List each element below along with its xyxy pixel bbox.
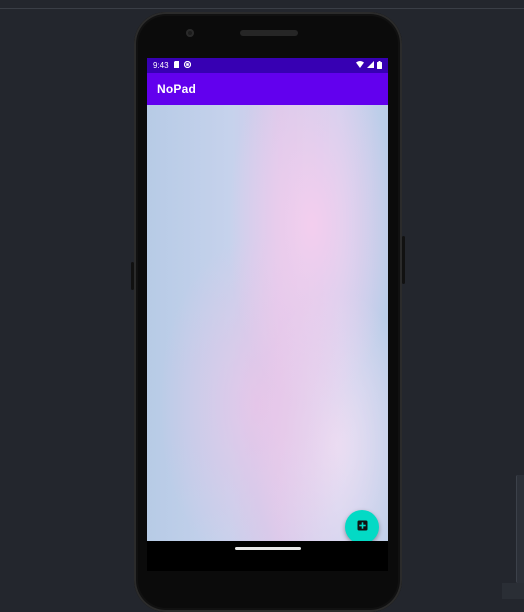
wifi-icon [356, 61, 364, 70]
earpiece-speaker [240, 30, 298, 36]
notes-content-area[interactable] [147, 105, 388, 541]
corner-panel [502, 583, 524, 599]
device-screen: 9:43 NoPad [147, 58, 388, 541]
front-camera [186, 29, 194, 37]
volume-button [131, 262, 134, 290]
home-gesture-pill[interactable] [235, 547, 301, 550]
navigation-bar [147, 541, 388, 571]
phone-frame: 9:43 NoPad [131, 12, 405, 612]
power-button [402, 236, 405, 284]
sync-icon [183, 60, 191, 70]
status-time: 9:43 [153, 61, 169, 70]
app-title: NoPad [157, 82, 197, 96]
battery-icon [377, 60, 382, 71]
status-bar: 9:43 [147, 58, 388, 73]
signal-icon [367, 61, 374, 70]
status-icons [356, 60, 382, 71]
ide-top-divider [0, 8, 524, 9]
sd-card-icon [173, 61, 180, 70]
app-toolbar: NoPad [147, 73, 388, 105]
add-note-button[interactable] [345, 510, 379, 541]
add-note-icon [357, 518, 368, 536]
side-panel-handle[interactable] [516, 475, 524, 583]
